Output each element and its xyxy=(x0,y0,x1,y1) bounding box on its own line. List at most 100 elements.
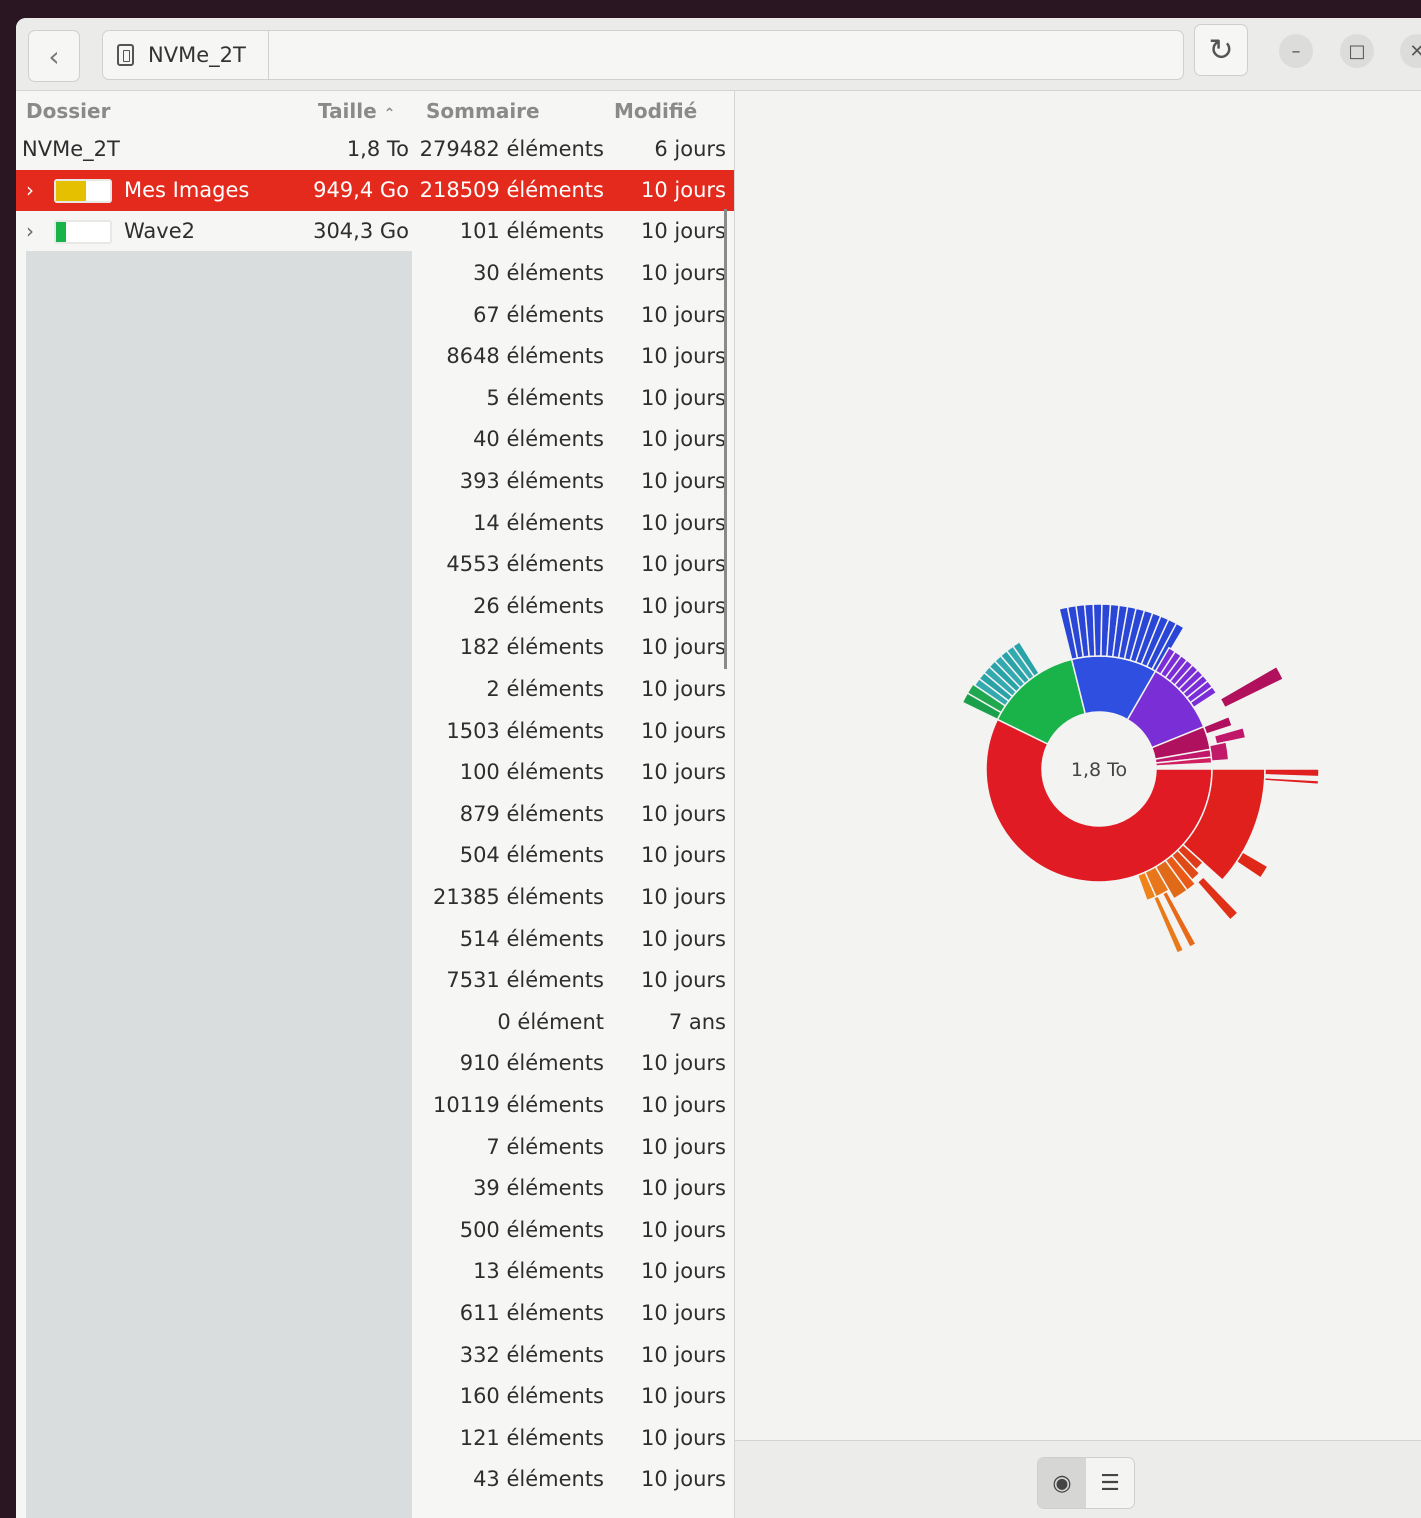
row-modified: 10 jours xyxy=(641,635,726,660)
row-modified: 10 jours xyxy=(641,593,726,618)
row-summary: 1503 éléments xyxy=(446,718,604,743)
expander-icon[interactable]: › xyxy=(26,219,34,243)
ring-chart-icon: ◉ xyxy=(1052,1470,1072,1496)
column-header-summary[interactable]: Sommaire xyxy=(426,99,540,123)
header-bar: ‹ NVMe_2T ↻ – □ ✕ xyxy=(16,18,1421,91)
baobab-window: ‹ NVMe_2T ↻ – □ ✕ Dossier Taille ⌃ Somma… xyxy=(16,18,1421,1518)
row-modified: 10 jours xyxy=(641,219,726,243)
row-modified: 10 jours xyxy=(641,178,726,202)
ring-chart-view-button[interactable]: ◉ xyxy=(1038,1458,1086,1508)
row-summary: 2 éléments xyxy=(486,677,604,701)
row-summary: 504 éléments xyxy=(459,843,604,868)
row-modified: 10 jours xyxy=(641,926,726,951)
view-refresh-icon: ↻ xyxy=(1208,32,1234,68)
root-modified: 6 jours xyxy=(654,137,726,161)
maximize-icon: □ xyxy=(1348,40,1366,62)
row-modified: 10 jours xyxy=(641,344,726,369)
drive-icon xyxy=(117,44,134,66)
row-summary: 40 éléments xyxy=(473,427,604,452)
row-modified: 10 jours xyxy=(641,1051,726,1076)
root-name: NVMe_2T xyxy=(22,137,120,161)
row-summary: 182 éléments xyxy=(459,635,604,660)
folder-list[interactable]: Dossier Taille ⌃ Sommaire Modifié NVMe_2… xyxy=(16,91,735,1518)
minimize-button[interactable]: – xyxy=(1279,34,1313,68)
table-row[interactable]: › Wave2 304,3 Go 101 éléments 10 jours xyxy=(16,211,734,252)
root-row[interactable]: NVMe_2T 1,8 To 279482 éléments 6 jours xyxy=(16,129,734,170)
table-row-selected[interactable]: › Mes Images 949,4 Go 218509 éléments 10… xyxy=(16,170,734,211)
row-summary: 218509 éléments xyxy=(419,178,604,202)
row-modified: 10 jours xyxy=(641,469,726,493)
row-summary: 8648 éléments xyxy=(446,344,604,369)
row-modified: 10 jours xyxy=(641,1134,726,1159)
row-summary: 160 éléments xyxy=(459,1384,604,1409)
row-summary: 879 éléments xyxy=(459,801,604,826)
row-summary: 100 éléments xyxy=(459,760,604,785)
ring-chart-pane[interactable]: 1,8 To xyxy=(735,91,1421,1446)
minimize-icon: – xyxy=(1291,40,1301,62)
row-summary: 101 éléments xyxy=(459,219,604,243)
ring-segment[interactable] xyxy=(1264,768,1320,778)
row-summary: 7531 éléments xyxy=(446,968,604,993)
row-modified: 10 jours xyxy=(641,968,726,993)
row-summary: 5 éléments xyxy=(486,385,604,410)
row-summary: 14 éléments xyxy=(473,510,604,535)
row-modified: 10 jours xyxy=(641,510,726,535)
row-modified: 10 jours xyxy=(641,1342,726,1367)
row-summary: 43 éléments xyxy=(473,1467,604,1492)
ring-chart[interactable]: 1,8 To xyxy=(735,91,1421,1446)
row-summary: 4553 éléments xyxy=(446,552,604,577)
path-bar[interactable]: NVMe_2T xyxy=(102,30,1184,80)
row-name: Mes Images xyxy=(124,178,250,202)
row-summary: 121 éléments xyxy=(459,1425,604,1450)
back-button[interactable]: ‹ xyxy=(28,30,80,82)
root-size: 1,8 To xyxy=(346,137,409,161)
row-summary: 393 éléments xyxy=(459,469,604,493)
ring-segment[interactable] xyxy=(1219,665,1285,709)
row-summary: 0 élément xyxy=(497,1009,604,1034)
row-modified: 10 jours xyxy=(641,1425,726,1450)
sort-ascending-icon: ⌃ xyxy=(383,106,396,122)
details-view-button[interactable]: ☰ xyxy=(1086,1458,1134,1508)
column-header-size[interactable]: Taille ⌃ xyxy=(318,99,395,123)
row-summary: 514 éléments xyxy=(459,926,604,951)
close-button[interactable]: ✕ xyxy=(1400,34,1421,68)
ring-segment[interactable] xyxy=(1196,875,1239,922)
row-modified: 10 jours xyxy=(641,552,726,577)
row-size: 949,4 Go xyxy=(313,178,409,202)
scrollbar[interactable] xyxy=(724,209,727,669)
row-modified: 10 jours xyxy=(641,1259,726,1284)
column-header-folder[interactable]: Dossier xyxy=(26,99,110,123)
row-summary: 10119 éléments xyxy=(432,1093,604,1117)
row-modified: 10 jours xyxy=(641,718,726,743)
row-summary: 67 éléments xyxy=(473,302,604,327)
row-modified: 10 jours xyxy=(641,843,726,868)
row-modified: 10 jours xyxy=(641,261,726,285)
path-crumb-root[interactable]: NVMe_2T xyxy=(103,31,269,79)
row-modified: 10 jours xyxy=(641,1093,726,1117)
details-icon: ☰ xyxy=(1100,1470,1120,1496)
refresh-button[interactable]: ↻ xyxy=(1194,24,1248,76)
row-modified: 10 jours xyxy=(641,302,726,327)
row-modified: 10 jours xyxy=(641,427,726,452)
view-toggle[interactable]: ◉ ☰ xyxy=(1037,1457,1135,1509)
row-modified: 7 ans xyxy=(668,1009,726,1034)
row-modified: 10 jours xyxy=(641,385,726,410)
row-summary: 30 éléments xyxy=(473,261,604,285)
root-summary: 279482 éléments xyxy=(419,137,604,161)
ring-segment[interactable] xyxy=(1208,741,1230,762)
row-summary: 910 éléments xyxy=(459,1051,604,1076)
expander-icon[interactable]: › xyxy=(26,178,34,202)
go-previous-icon: ‹ xyxy=(48,39,60,73)
maximize-button[interactable]: □ xyxy=(1340,34,1374,68)
row-summary: 21385 éléments xyxy=(432,885,604,909)
ring-segment[interactable] xyxy=(1235,850,1269,880)
row-modified: 10 jours xyxy=(641,677,726,701)
column-header-modified[interactable]: Modifié xyxy=(614,99,697,123)
close-icon: ✕ xyxy=(1409,40,1421,62)
ring-segment[interactable] xyxy=(1263,776,1320,786)
row-size: 304,3 Go xyxy=(313,219,409,243)
row-summary: 332 éléments xyxy=(459,1342,604,1367)
row-modified: 10 jours xyxy=(641,1176,726,1201)
row-modified: 10 jours xyxy=(641,760,726,785)
row-summary: 39 éléments xyxy=(473,1176,604,1201)
